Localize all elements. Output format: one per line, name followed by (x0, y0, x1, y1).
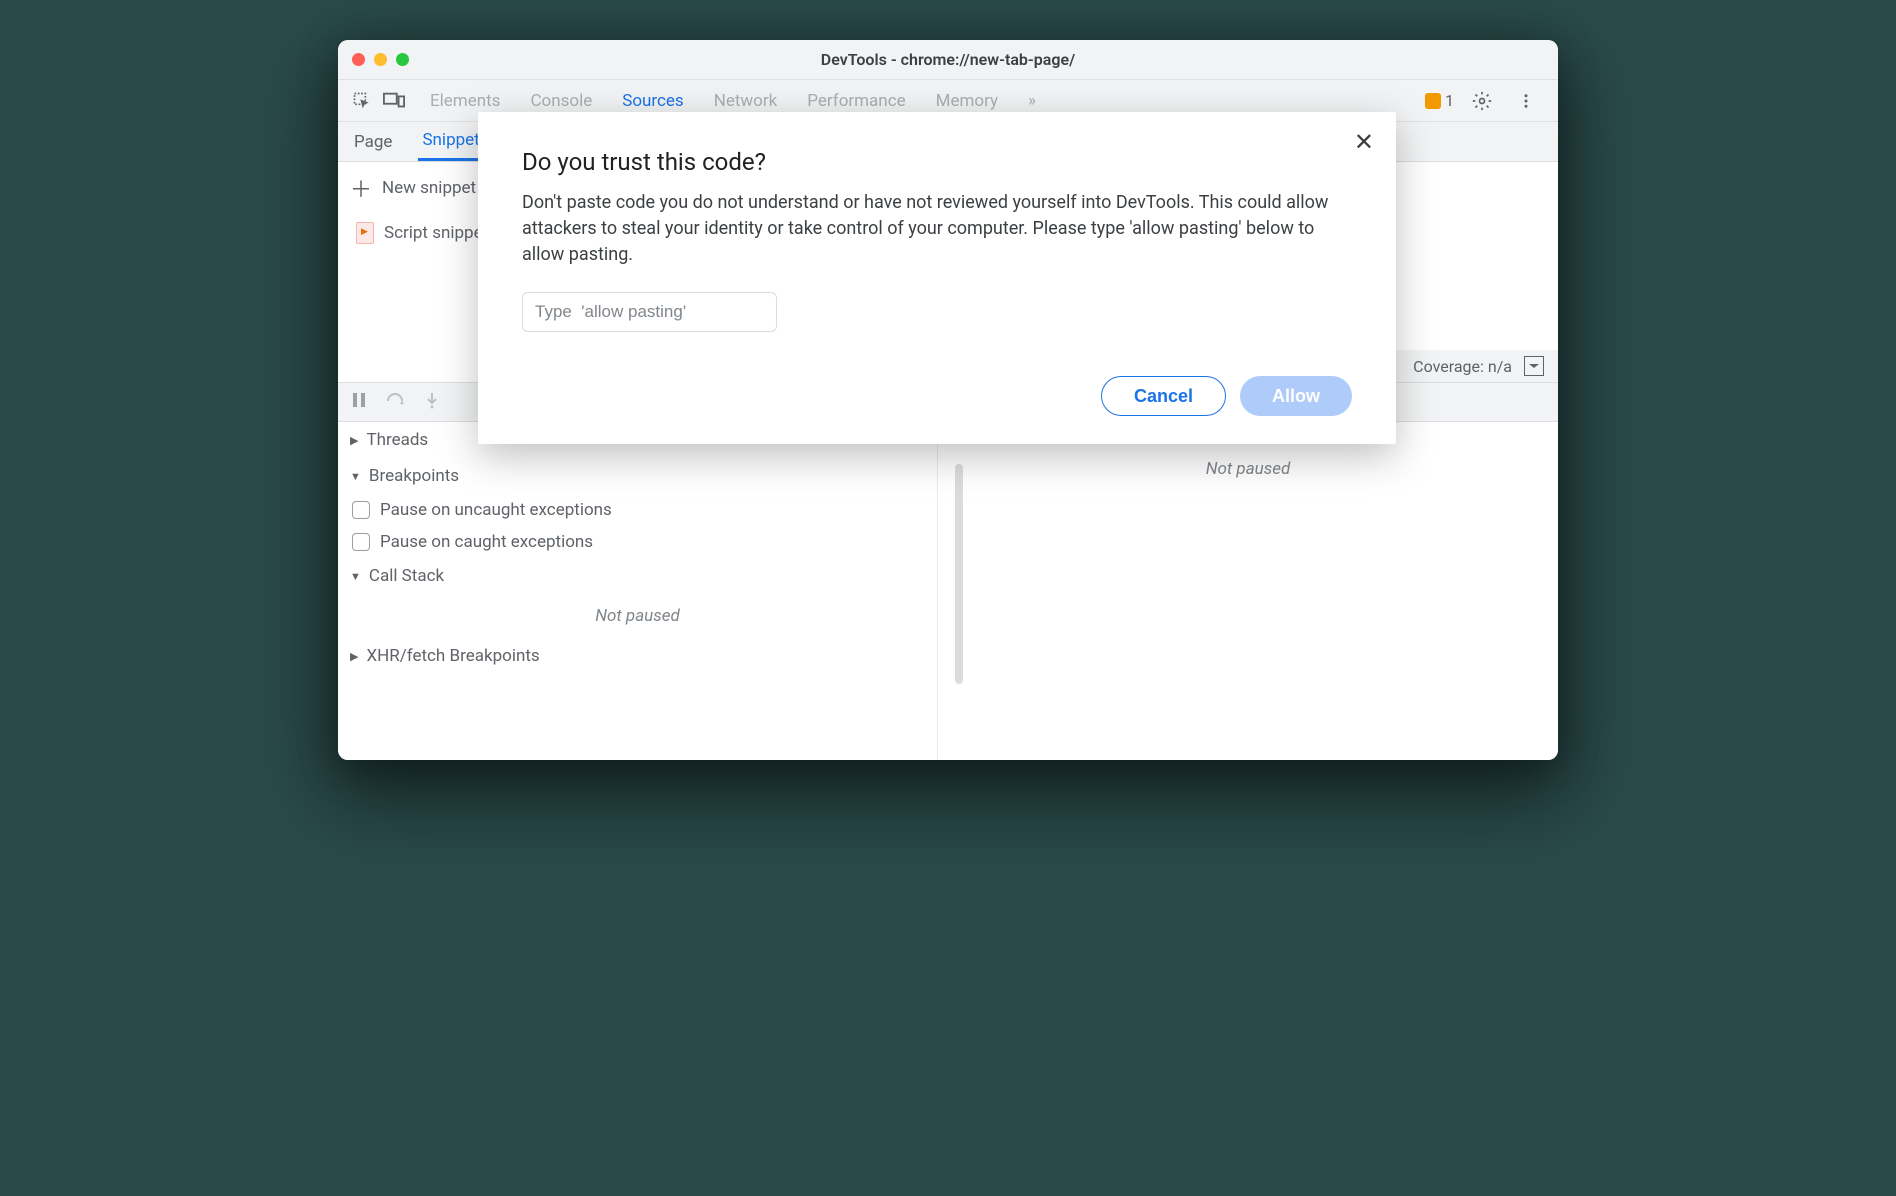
callstack-section[interactable]: ▼ Call Stack (338, 558, 937, 594)
kebab-menu-icon[interactable] (1510, 85, 1542, 117)
dialog-buttons: Cancel Allow (522, 376, 1352, 416)
expand-icon[interactable] (1524, 356, 1544, 376)
allow-button[interactable]: Allow (1240, 376, 1352, 416)
chevron-down-icon: ▼ (350, 470, 361, 483)
titlebar: DevTools - chrome://new-tab-page/ (338, 40, 1558, 80)
main-tabs: Elements Console Sources Network Perform… (430, 91, 1036, 111)
paste-warning-dialog: ✕ Do you trust this code? Don't paste co… (478, 112, 1396, 444)
snippet-label: Script snippet (384, 223, 488, 243)
step-into-icon[interactable] (424, 391, 440, 413)
breakpoints-section[interactable]: ▼ Breakpoints (338, 458, 937, 494)
checkbox-pause-caught[interactable] (352, 533, 370, 551)
window-title: DevTools - chrome://new-tab-page/ (338, 50, 1558, 69)
xhr-section[interactable]: ▶ XHR/fetch Breakpoints (338, 638, 937, 674)
warning-icon (1425, 93, 1441, 109)
dialog-title: Do you trust this code? (522, 148, 1352, 176)
pause-uncaught-label: Pause on uncaught exceptions (380, 500, 612, 520)
right-not-paused: Not paused (938, 447, 1558, 491)
callstack-label: Call Stack (369, 566, 444, 586)
maximize-window-button[interactable] (396, 53, 409, 66)
checkbox-pause-uncaught[interactable] (352, 501, 370, 519)
tab-sources[interactable]: Sources (622, 91, 683, 111)
dialog-body: Don't paste code you do not understand o… (522, 190, 1352, 268)
callstack-not-paused: Not paused (338, 594, 937, 638)
tab-elements[interactable]: Elements (430, 91, 500, 111)
close-window-button[interactable] (352, 53, 365, 66)
debugger-panel: ▶ Threads ▼ Breakpoints Pause on uncaugh… (338, 422, 1558, 760)
issues-count: 1 (1445, 91, 1454, 110)
close-icon[interactable]: ✕ (1354, 128, 1374, 156)
traffic-lights (352, 53, 409, 66)
minimize-window-button[interactable] (374, 53, 387, 66)
pause-caught-label: Pause on caught exceptions (380, 532, 593, 552)
threads-label: Threads (366, 430, 428, 450)
chevron-down-icon: ▼ (350, 570, 361, 583)
allow-pasting-input[interactable] (522, 292, 777, 332)
debugger-left-pane: ▶ Threads ▼ Breakpoints Pause on uncaugh… (338, 422, 938, 760)
chevron-right-icon: ▶ (350, 650, 358, 663)
pause-uncaught-row[interactable]: Pause on uncaught exceptions (338, 494, 937, 526)
panel-tab-page[interactable]: Page (350, 124, 396, 160)
xhr-label: XHR/fetch Breakpoints (366, 646, 539, 666)
snippet-file-icon (356, 222, 374, 244)
plus-icon: ＋ (350, 172, 372, 204)
step-over-icon[interactable] (386, 391, 406, 413)
pause-icon[interactable] (350, 391, 368, 413)
tab-network[interactable]: Network (714, 91, 778, 111)
coverage-label: Coverage: n/a (1413, 357, 1512, 376)
pause-caught-row[interactable]: Pause on caught exceptions (338, 526, 937, 558)
settings-icon[interactable] (1466, 85, 1498, 117)
tab-more[interactable]: » (1028, 91, 1036, 111)
devtools-window: DevTools - chrome://new-tab-page/ Elemen… (338, 40, 1558, 760)
issues-badge[interactable]: 1 (1425, 91, 1454, 110)
new-snippet-label: New snippet (382, 178, 476, 198)
chevron-right-icon: ▶ (350, 434, 358, 447)
inspect-element-icon[interactable] (346, 85, 378, 117)
debugger-right-pane: Not paused (938, 422, 1558, 760)
scrollbar[interactable] (955, 464, 963, 684)
cancel-button[interactable]: Cancel (1101, 376, 1226, 416)
breakpoints-label: Breakpoints (369, 466, 459, 486)
tab-memory[interactable]: Memory (936, 91, 998, 111)
tab-performance[interactable]: Performance (807, 91, 905, 111)
device-toggle-icon[interactable] (378, 85, 410, 117)
tab-console[interactable]: Console (530, 91, 592, 111)
